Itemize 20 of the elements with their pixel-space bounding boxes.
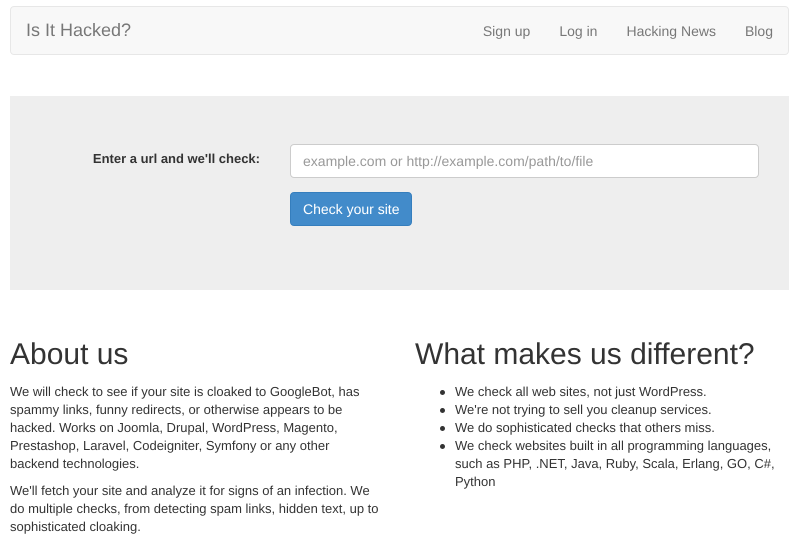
bullet-icon — [440, 390, 445, 395]
nav-link[interactable]: Log in — [559, 22, 598, 38]
list-item: We're not trying to sell you cleanup services. — [455, 402, 712, 417]
check-button[interactable]: Check your site — [290, 192, 412, 226]
url-label: Enter a url and we'll check: — [92, 150, 260, 168]
nav-link[interactable]: Blog — [744, 22, 773, 38]
list-item: We do sophisticated checks that others miss. — [455, 420, 715, 435]
paragraph: We'll fetch your site and analyze it for signs of an infection. We do multiple checks, from detecting spam links, hidden text, up to sophisticated cloaking. — [10, 482, 380, 536]
section-heading: About us — [10, 338, 130, 371]
bullet-icon — [440, 444, 445, 449]
list-item: We check websites built in all programming languages, such as PHP, .NET, Java, Ruby, Scala, Erlang, GO, C#, Python — [455, 438, 775, 489]
paragraph: We will check to see if your site is cloaked to GoogleBot, has spammy links, funny redirects, or otherwise appears to be hacked. Works on Joomla, Drupal, WordPress, Magento, Prestashop, Laravel, Codeigniter, Symfony or any other backend technologies. — [10, 383, 360, 473]
brand-link[interactable]: Is It Hacked? — [26, 20, 132, 41]
nav-link[interactable]: Hacking News — [626, 22, 716, 38]
section-heading: What makes us different? — [415, 338, 756, 371]
bullet-icon — [440, 408, 445, 413]
bullet-icon — [440, 426, 445, 431]
list-item: We check all web sites, not just WordPress. — [455, 384, 707, 399]
nav-link[interactable]: Sign up — [482, 22, 530, 38]
url-input[interactable]: example.com or http://example.com/path/to/file — [290, 144, 759, 178]
